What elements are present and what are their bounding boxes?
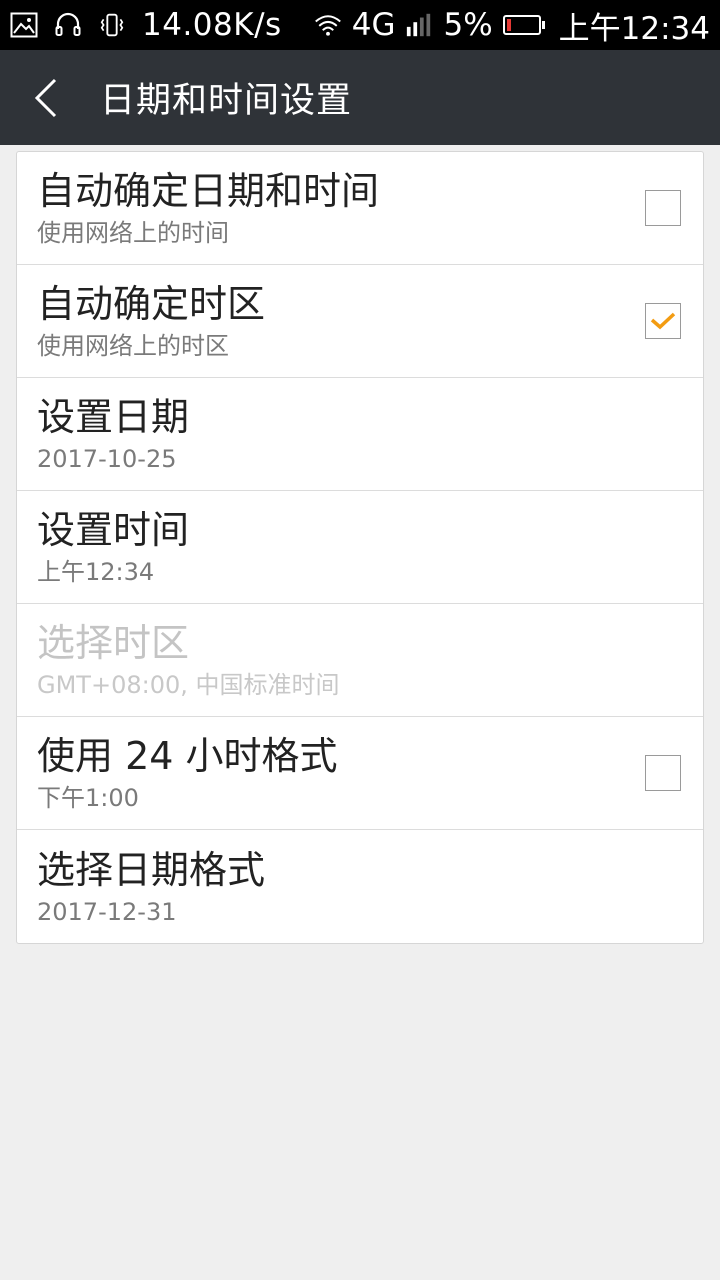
setting-summary: 下午1:00 — [37, 784, 139, 812]
setting-summary: 使用网络上的时间 — [37, 219, 229, 247]
setting-label: 自动确定时区 — [37, 282, 266, 326]
settings-list: 自动确定日期和时间 使用网络上的时间 自动确定时区 使用网络上的时区 设置日期 … — [16, 151, 704, 944]
auto-date-time-row[interactable]: 自动确定日期和时间 使用网络上的时间 — [17, 152, 703, 265]
title-bar: 日期和时间设置 — [0, 50, 720, 145]
setting-label: 设置时间 — [37, 508, 190, 552]
setting-label: 选择时区 — [37, 621, 190, 665]
chevron-left-icon — [34, 78, 57, 117]
date-format-row[interactable]: 选择日期格式 2017-12-31 — [17, 830, 703, 943]
auto-timezone-row[interactable]: 自动确定时区 使用网络上的时区 — [17, 265, 703, 378]
status-bar: 14.08K/s 4G 5% 上午12:34 — [0, 0, 720, 50]
setting-summary: 上午12:34 — [37, 558, 155, 586]
battery-percent: 5% — [443, 7, 493, 43]
use-24-hour-checkbox[interactable] — [645, 755, 681, 791]
setting-summary: 2017-10-25 — [37, 445, 177, 473]
network-type: 4G — [351, 7, 396, 43]
auto-date-time-checkbox[interactable] — [645, 190, 681, 226]
setting-summary: 2017-12-31 — [37, 897, 177, 926]
select-timezone-row: 选择时区 GMT+08:00, 中国标准时间 — [17, 604, 703, 717]
setting-label: 选择日期格式 — [37, 847, 266, 892]
setting-label: 设置日期 — [37, 395, 190, 439]
setting-summary: 使用网络上的时区 — [37, 332, 229, 360]
setting-label: 使用 24 小时格式 — [37, 734, 338, 778]
network-speed: 14.08K/s — [142, 7, 282, 43]
set-time-row[interactable]: 设置时间 上午12:34 — [17, 491, 703, 604]
signal-strength-icon — [405, 11, 433, 39]
auto-timezone-checkbox[interactable] — [645, 303, 681, 339]
setting-label: 自动确定日期和时间 — [37, 169, 380, 213]
use-24-hour-row[interactable]: 使用 24 小时格式 下午1:00 — [17, 717, 703, 830]
image-notification-icon — [10, 11, 38, 39]
wifi-icon — [314, 11, 342, 39]
vibrate-icon — [98, 11, 126, 39]
set-date-row[interactable]: 设置日期 2017-10-25 — [17, 378, 703, 491]
page-title: 日期和时间设置 — [100, 81, 353, 121]
back-button[interactable] — [0, 50, 90, 145]
headset-icon — [54, 11, 82, 39]
battery-icon — [502, 15, 545, 35]
checkmark-icon — [650, 312, 676, 330]
clock: 上午12:34 — [558, 10, 710, 47]
setting-summary: GMT+08:00, 中国标准时间 — [37, 671, 340, 699]
